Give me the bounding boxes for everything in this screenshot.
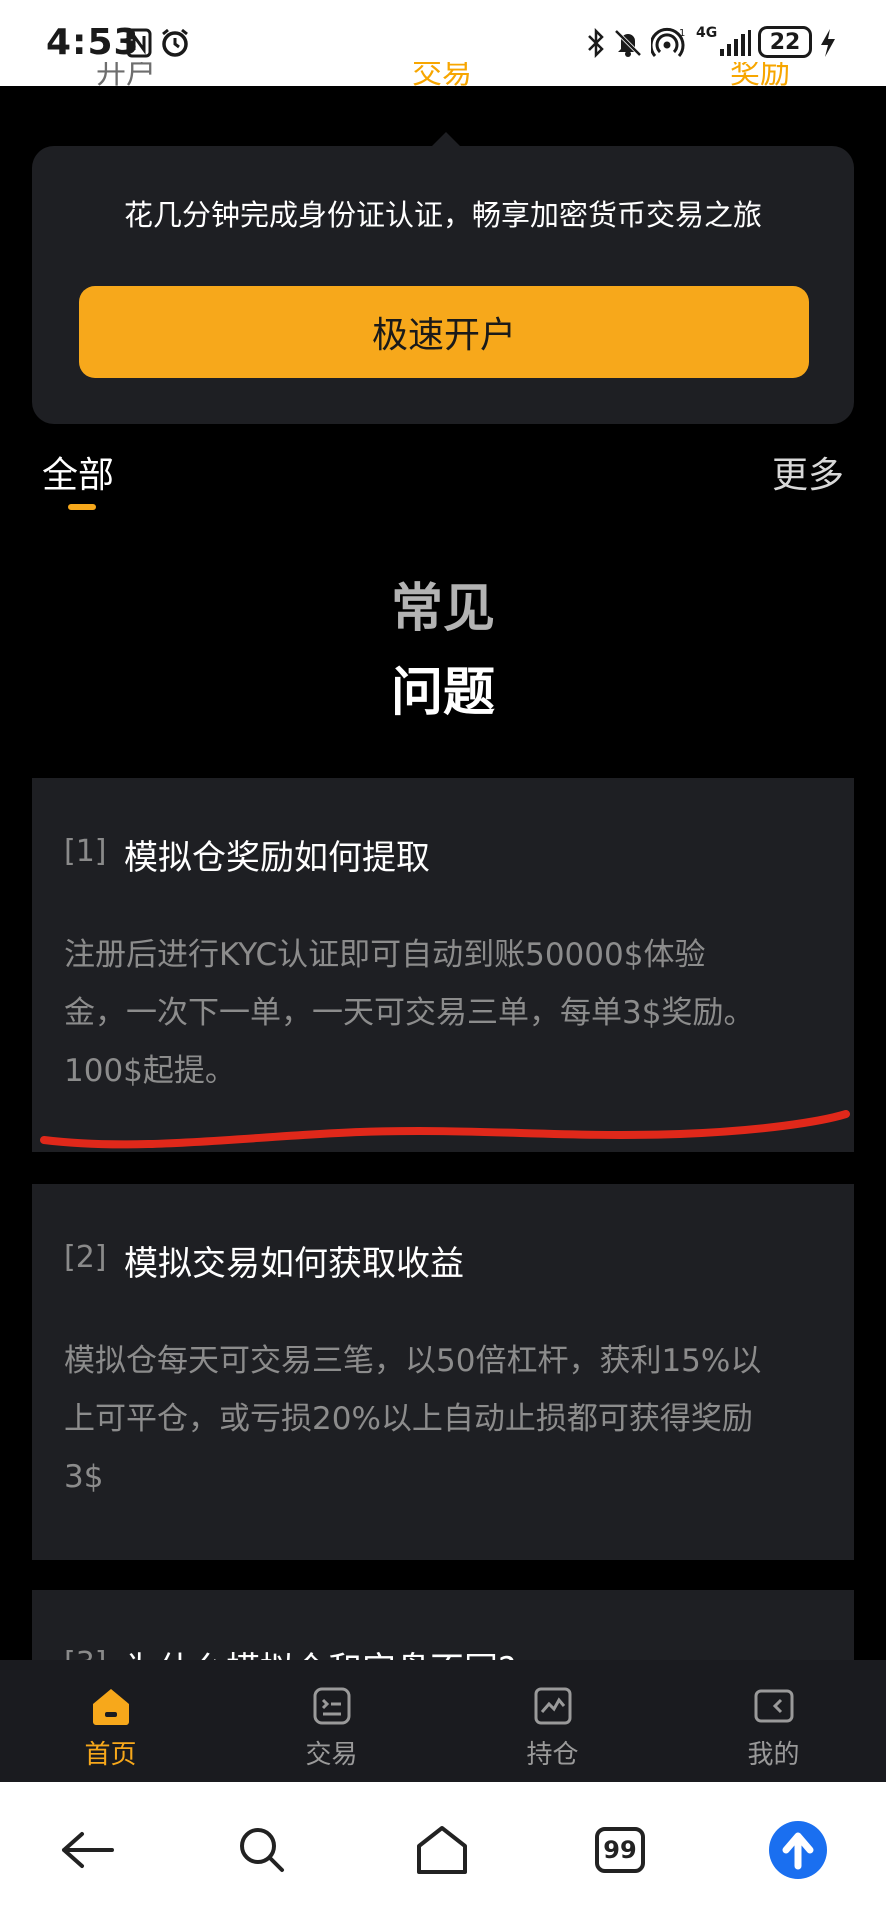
faq-answer: 模拟仓每天可交易三笔，以50倍杠杆，获利15%以 上可平仓，或亏损20%以上自动… xyxy=(64,1332,824,1506)
faq-item[interactable]: [2] 模拟交易如何获取收益 模拟仓每天可交易三笔，以50倍杠杆，获利15%以 … xyxy=(32,1184,854,1560)
popup-pointer xyxy=(432,132,460,146)
trade-icon xyxy=(310,1684,354,1728)
faq-heading-line2: 问题 xyxy=(390,663,495,723)
charging-icon xyxy=(816,26,840,60)
faq-question: 模拟仓奖励如何提取 xyxy=(124,838,430,878)
nfc-icon xyxy=(124,26,154,60)
faq-answer-line: 3$ xyxy=(64,1459,104,1495)
faq-question: 模拟交易如何获取收益 xyxy=(124,1244,464,1284)
mute-icon xyxy=(612,26,644,60)
more-link[interactable]: 更多 xyxy=(772,446,844,498)
alarm-icon xyxy=(158,26,192,60)
upload-icon[interactable] xyxy=(758,1810,838,1890)
faq-item[interactable]: [3] 为什么模拟仓和实盘不同? xyxy=(32,1590,854,1660)
tab-all[interactable]: 全部 xyxy=(42,446,114,498)
bottom-nav: 首页 交易 持仓 我的 xyxy=(0,1660,886,1782)
chart-icon xyxy=(531,1684,575,1728)
faq-heading-line1: 常见 xyxy=(390,579,495,639)
faq-answer-line: 注册后进行KYC认证即可自动到账50000$体验 xyxy=(64,937,706,973)
red-annotation-underline xyxy=(40,1110,850,1149)
tabs-icon[interactable]: 99 xyxy=(580,1810,660,1890)
signal-icon xyxy=(718,26,752,60)
nav-label: 持仓 xyxy=(526,1740,579,1770)
nav-label: 交易 xyxy=(305,1740,358,1770)
faq-question: 为什么模拟仓和实盘不同? xyxy=(124,1642,516,1660)
back-icon[interactable] xyxy=(48,1810,128,1890)
tab-reward-partial[interactable]: 奖励 xyxy=(730,62,790,88)
faq-answer-line: 模拟仓每天可交易三笔，以50倍杠杆，获利15%以 xyxy=(64,1343,762,1379)
search-icon[interactable] xyxy=(222,1810,302,1890)
svg-text:1: 1 xyxy=(679,28,685,39)
nav-trade[interactable]: 交易 xyxy=(221,1660,442,1782)
nav-home[interactable]: 首页 xyxy=(0,1660,221,1782)
wallet-icon xyxy=(752,1684,796,1728)
faq-index: [2] xyxy=(64,1240,107,1275)
nav-mine[interactable]: 我的 xyxy=(663,1660,884,1782)
tab-count: 99 xyxy=(595,1827,645,1873)
faq-index: [3] xyxy=(64,1646,107,1660)
home-icon xyxy=(89,1684,133,1728)
kyc-popup: 花几分钟完成身份证认证，畅享加密货币交易之旅 极速开户 xyxy=(32,146,854,424)
battery-indicator: 22 xyxy=(758,26,812,58)
kyc-message: 花几分钟完成身份证认证，畅享加密货币交易之旅 xyxy=(123,198,762,232)
faq-answer-line: 100$起提。 xyxy=(64,1053,236,1089)
faq-answer-line: 上可平仓，或亏损20%以上自动止损都可获得奖励 xyxy=(64,1401,753,1437)
nav-positions[interactable]: 持仓 xyxy=(442,1660,663,1782)
faq-answer: 注册后进行KYC认证即可自动到账50000$体验 金，一次下一单，一天可交易三单… xyxy=(64,926,824,1100)
quick-open-account-button[interactable]: 极速开户 xyxy=(79,286,809,378)
active-tab-indicator xyxy=(68,504,96,510)
faq-answer-line: 金，一次下一单，一天可交易三单，每单3$奖励。 xyxy=(64,995,755,1031)
nav-label: 我的 xyxy=(747,1740,800,1770)
hotspot-icon: 1 xyxy=(650,26,686,60)
tab-trade-partial[interactable]: 交易 xyxy=(412,62,472,88)
faq-item[interactable]: [1] 模拟仓奖励如何提取 注册后进行KYC认证即可自动到账50000$体验 金… xyxy=(32,778,854,1152)
network-type: 4G xyxy=(696,25,718,41)
faq-index: [1] xyxy=(64,834,107,869)
bluetooth-icon xyxy=(584,26,608,60)
nav-label: 首页 xyxy=(84,1740,137,1770)
system-nav-bar: 99 xyxy=(0,1782,886,1920)
tab-open-account-partial[interactable]: 开户 xyxy=(96,62,156,88)
home-icon[interactable] xyxy=(402,1810,482,1890)
